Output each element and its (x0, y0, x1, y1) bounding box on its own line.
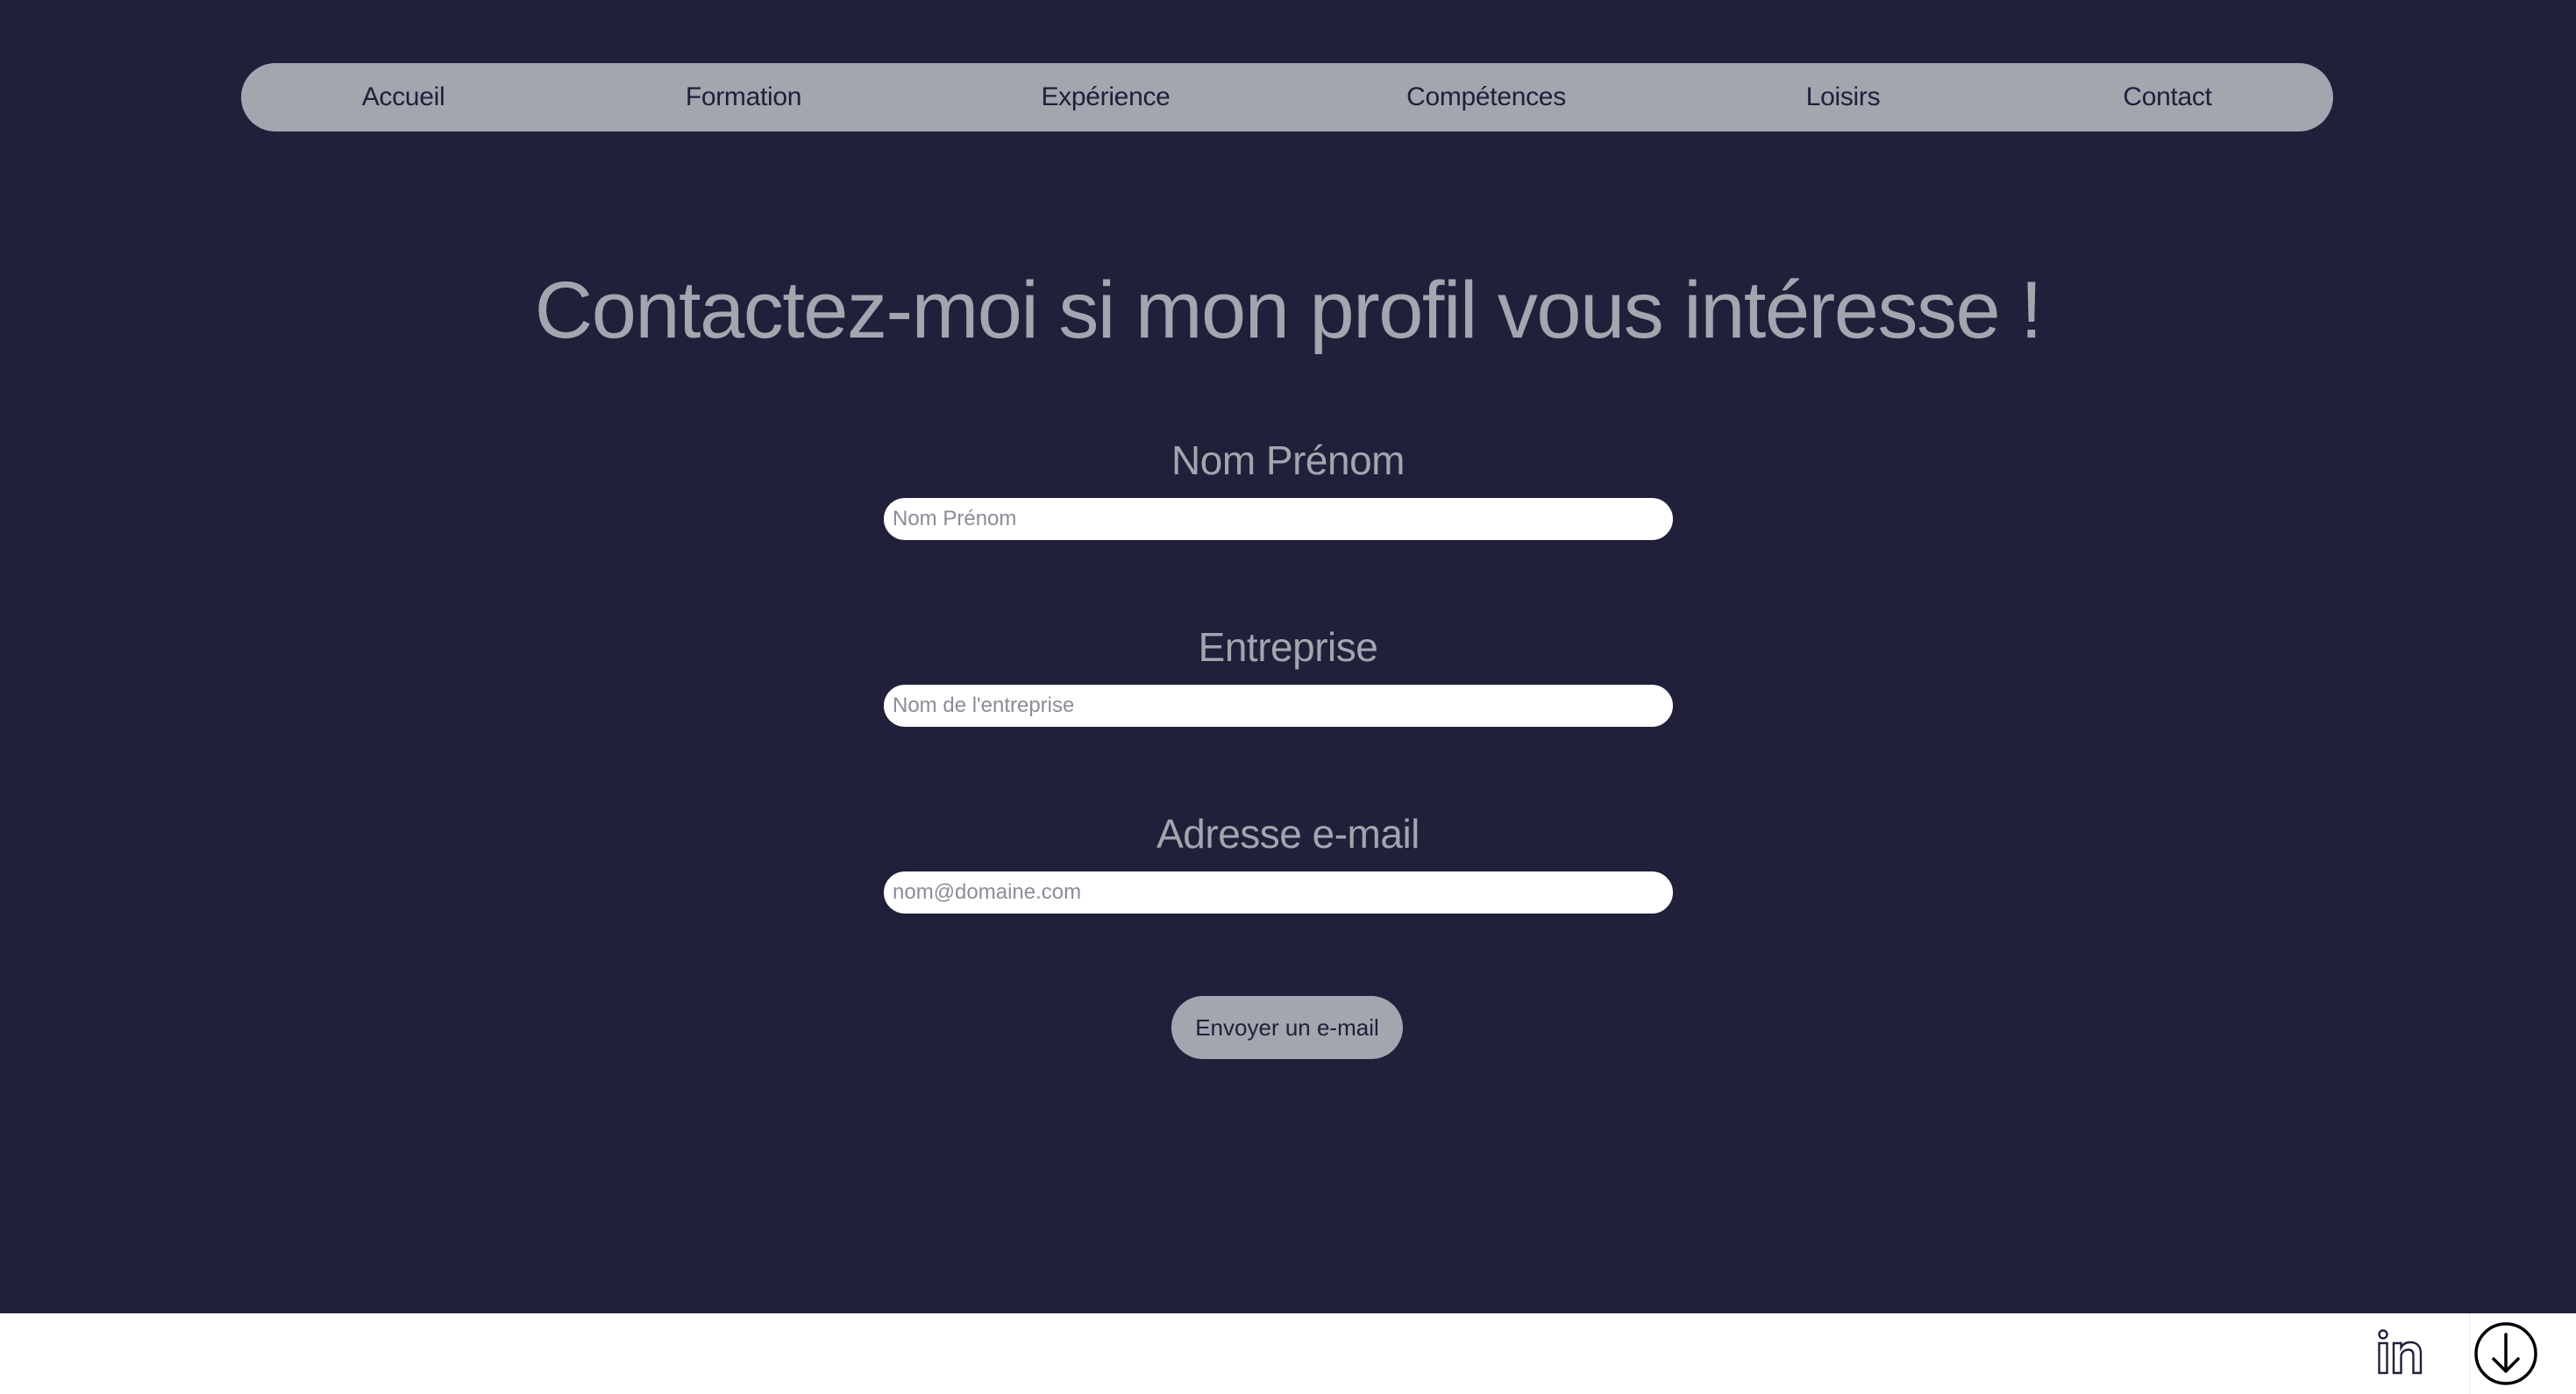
send-email-button[interactable]: Envoyer un e-mail (1171, 996, 1403, 1059)
nav-item-loisirs[interactable]: Loisirs (1806, 63, 1881, 132)
name-input[interactable] (882, 496, 1675, 542)
nav-item-accueil[interactable]: Accueil (362, 63, 445, 132)
page-title: Contactez-moi si mon profil vous intéres… (534, 266, 2043, 355)
email-label: Adresse e-mail (1156, 811, 1420, 857)
nav-item-contact[interactable]: Contact (2123, 63, 2212, 132)
download-cv-link[interactable] (2469, 1313, 2539, 1394)
linkedin-icon (2378, 1329, 2423, 1375)
linkedin-link[interactable] (2374, 1326, 2427, 1378)
navigation-bar: Accueil Formation Expérience Compétences… (241, 63, 2333, 132)
download-icon (2474, 1322, 2537, 1385)
company-input[interactable] (882, 683, 1675, 729)
nav-item-competences[interactable]: Compétences (1406, 63, 1566, 132)
email-input[interactable] (882, 870, 1675, 915)
nav-item-experience[interactable]: Expérience (1041, 63, 1170, 132)
company-label: Entreprise (1198, 624, 1378, 670)
nav-item-formation[interactable]: Formation (686, 63, 802, 132)
contact-section: Accueil Formation Expérience Compétences… (0, 0, 2576, 1313)
name-label: Nom Prénom (1171, 437, 1405, 483)
